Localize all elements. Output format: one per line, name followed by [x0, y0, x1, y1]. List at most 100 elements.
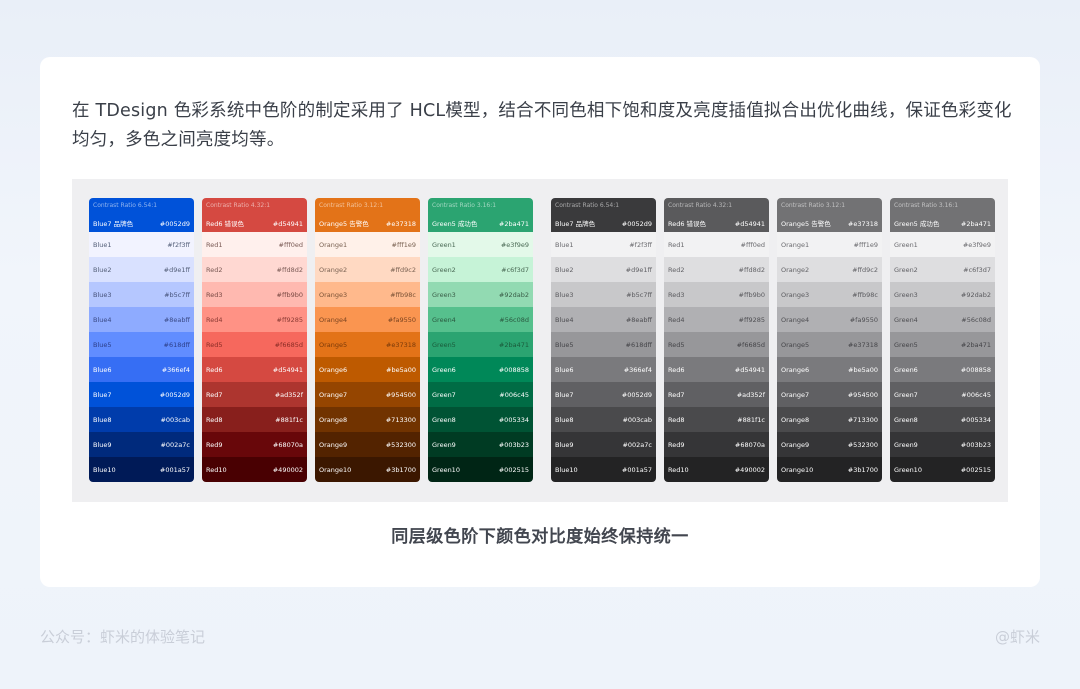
color-swatch: Green5 #2ba471 [890, 332, 995, 357]
palette-header: Contrast Ratio 3.12:1 Orange5 告警色 #e37318 [777, 198, 882, 232]
swatch-hex: #366ef4 [623, 365, 652, 374]
swatch-hex: #001a57 [159, 465, 190, 474]
color-swatch: Orange2 #ffd9c2 [315, 257, 420, 282]
swatch-name: Blue2 [555, 265, 574, 274]
swatch-name: Orange10 [781, 465, 814, 474]
primary-color-label: Orange5 告警色 [781, 220, 831, 228]
color-swatch: Red6 #d54941 [202, 357, 307, 382]
swatch-hex: #2ba471 [498, 340, 529, 349]
swatch-name: Red2 [206, 265, 223, 274]
primary-color-hex: #0052d9 [621, 220, 652, 228]
swatch-hex: #f6685d [736, 340, 765, 349]
color-swatch: Blue5 #618dff [551, 332, 656, 357]
color-swatch: Green8 #005334 [428, 407, 533, 432]
swatch-name: Red6 [206, 365, 223, 374]
swatch-name: Green6 [432, 365, 456, 374]
color-swatch: Orange5 #e37318 [777, 332, 882, 357]
swatch-hex: #ffb98c [390, 290, 416, 299]
swatch-name: Red9 [668, 440, 685, 449]
color-swatch: Orange8 #713300 [777, 407, 882, 432]
color-swatch: Orange7 #954500 [315, 382, 420, 407]
swatch-hex: #366ef4 [161, 365, 190, 374]
swatch-hex: #d54941 [272, 365, 303, 374]
swatch-hex: #f2f3ff [629, 240, 652, 249]
swatch-name: Orange1 [781, 240, 810, 249]
color-swatch: Blue8 #003cab [89, 407, 194, 432]
swatch-hex: #c6f3d7 [501, 265, 529, 274]
primary-color-label: Red6 错误色 [206, 220, 245, 228]
color-swatch: Green4 #56c08d [890, 307, 995, 332]
color-swatch: Orange6 #be5a00 [777, 357, 882, 382]
swatch-hex: #618dff [163, 340, 190, 349]
swatch-hex: #8eabff [625, 315, 652, 324]
color-swatch: Green6 #008858 [890, 357, 995, 382]
swatch-hex: #002a7c [622, 440, 652, 449]
swatch-hex: #d9e1ff [163, 265, 190, 274]
intro-paragraph: 在 TDesign 色彩系统中色阶的制定采用了 HCL模型，结合不同色相下饱和度… [72, 101, 1012, 150]
color-swatch: Green4 #56c08d [428, 307, 533, 332]
swatch-hex: #008858 [960, 365, 991, 374]
swatch-hex: #92dab2 [498, 290, 529, 299]
swatch-hex: #d9e1ff [625, 265, 652, 274]
swatch-hex: #006c45 [961, 390, 991, 399]
color-swatch: Green3 #92dab2 [428, 282, 533, 307]
color-swatch: Red6 #d54941 [664, 357, 769, 382]
palette-header: Contrast Ratio 3.12:1 Orange5 告警色 #e37318 [315, 198, 420, 232]
swatch-hex: #006c45 [499, 390, 529, 399]
primary-color-label: Orange5 告警色 [319, 220, 369, 228]
swatch-hex: #ad352f [274, 390, 303, 399]
color-swatch: Blue5 #618dff [89, 332, 194, 357]
color-swatch: Blue1 #f2f3ff [89, 232, 194, 257]
color-swatch: Blue3 #b5c7ff [551, 282, 656, 307]
color-swatch: Green7 #006c45 [428, 382, 533, 407]
swatch-name: Blue5 [555, 340, 574, 349]
swatch-hex: #56c08d [961, 315, 991, 324]
swatch-name: Orange9 [781, 440, 810, 449]
swatch-name: Green1 [432, 240, 456, 249]
swatch-name: Green2 [432, 265, 456, 274]
swatch-name: Blue3 [93, 290, 112, 299]
color-swatch: Red3 #ffb9b0 [664, 282, 769, 307]
swatch-hex: #f2f3ff [167, 240, 190, 249]
swatch-hex: #002515 [498, 465, 529, 474]
swatch-name: Green6 [894, 365, 918, 374]
color-swatch: Blue3 #b5c7ff [89, 282, 194, 307]
swatch-hex: #3b1700 [385, 465, 416, 474]
swatch-hex: #003b23 [960, 440, 991, 449]
color-swatch: Green3 #92dab2 [890, 282, 995, 307]
swatch-name: Orange2 [781, 265, 810, 274]
swatch-name: Blue9 [93, 440, 112, 449]
swatch-hex: #e3f9e9 [962, 240, 991, 249]
swatch-name: Blue5 [93, 340, 112, 349]
swatch-name: Orange8 [319, 415, 348, 424]
swatch-name: Green5 [432, 340, 456, 349]
color-swatch: Green2 #c6f3d7 [890, 257, 995, 282]
swatch-hex: #002515 [960, 465, 991, 474]
swatch-hex: #fa9550 [849, 315, 878, 324]
swatch-name: Blue9 [555, 440, 574, 449]
swatch-name: Green9 [432, 440, 456, 449]
palette-header: Contrast Ratio 6.54:1 Blue7 品牌色 #0052d9 [551, 198, 656, 232]
palette-header: Contrast Ratio 3.16:1 Green5 成功色 #2ba471 [890, 198, 995, 232]
swatch-name: Orange4 [319, 315, 348, 324]
swatch-hex: #005334 [498, 415, 529, 424]
color-swatch: Green10 #002515 [428, 457, 533, 482]
color-swatch: Red5 #f6685d [664, 332, 769, 357]
swatch-hex: #ff9285 [276, 315, 303, 324]
color-swatch: Orange7 #954500 [777, 382, 882, 407]
primary-color-hex: #2ba471 [498, 220, 529, 228]
swatch-name: Blue2 [93, 265, 112, 274]
swatch-hex: #68070a [272, 440, 303, 449]
swatch-hex: #618dff [625, 340, 652, 349]
color-swatch: Blue2 #d9e1ff [89, 257, 194, 282]
swatch-name: Orange1 [319, 240, 348, 249]
swatch-name: Blue4 [555, 315, 574, 324]
primary-color-hex: #d54941 [734, 220, 765, 228]
primary-color-hex: #0052d9 [159, 220, 190, 228]
palette-panel: Contrast Ratio 6.54:1 Blue7 品牌色 #0052d9 Blu… [72, 179, 1008, 502]
color-swatch: Green6 #008858 [428, 357, 533, 382]
swatch-hex: #b5c7ff [164, 290, 190, 299]
color-swatch: Blue9 #002a7c [89, 432, 194, 457]
contrast-ratio: Contrast Ratio 3.12:1 [319, 202, 384, 209]
swatch-hex: #713300 [385, 415, 416, 424]
